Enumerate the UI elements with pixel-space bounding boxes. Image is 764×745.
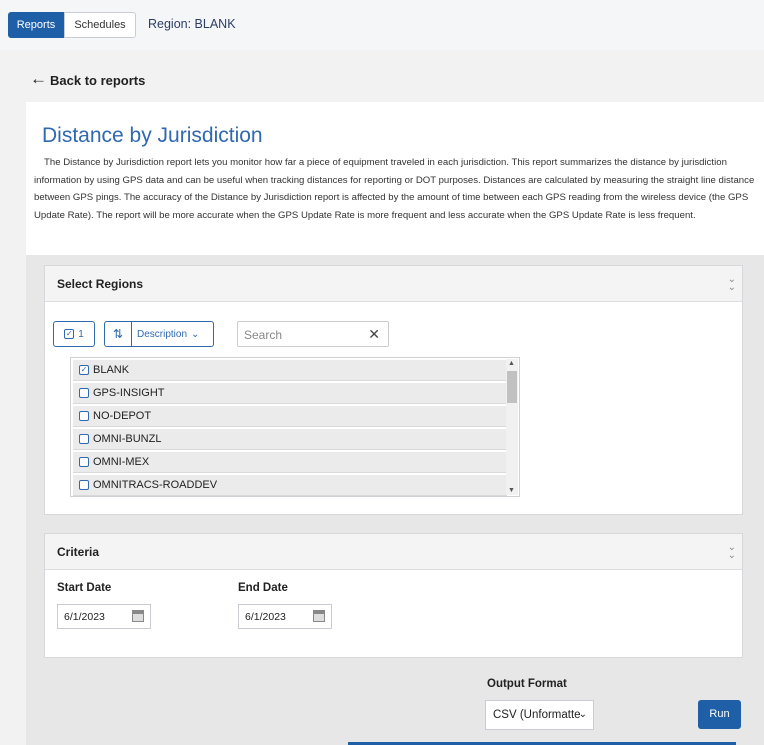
sort-order-button[interactable]: ⇅ [104,321,132,347]
region-label: OMNI-MEX [93,456,150,468]
list-item[interactable]: GPS-INSIGHT [73,383,507,404]
back-to-reports-link[interactable]: ← Back to reports [30,69,146,90]
list-item[interactable]: NO-DEPOT [73,406,507,427]
start-date-label: Start Date [57,582,112,594]
region-label[interactable]: Region: BLANK [148,17,236,31]
output-format-label: Output Format [487,678,567,690]
end-date-label: End Date [238,582,288,594]
region-label: OMNI-BUNZL [93,433,162,445]
tab-reports[interactable]: Reports [8,12,64,38]
region-label: GPS-INSIGHT [93,387,165,399]
output-format-select[interactable]: CSV (Unformatte ⌄ [485,700,594,730]
collapse-icon[interactable]: ⌄ ⌄ [728,275,736,293]
chevron-down-icon: ⌄ [578,709,587,720]
selected-count-button[interactable]: ✓ 1 [53,321,95,347]
checkbox-icon[interactable] [79,411,89,421]
search-placeholder: Search [244,328,283,342]
page-title: Distance by Jurisdiction [42,124,263,147]
checkbox-icon[interactable] [79,434,89,444]
search-input[interactable]: Search ✕ [237,321,389,347]
region-list[interactable]: ✓ BLANK GPS-INSIGHT NO-DEPOT OMNI-BUNZL … [70,357,520,497]
criteria-header[interactable]: Criteria ⌄ ⌄ [45,534,742,570]
select-regions-label: Select Regions [57,277,144,291]
scroll-thumb[interactable] [507,371,517,403]
start-date-field[interactable]: 6/1/2023 [57,604,151,629]
end-date-value: 6/1/2023 [245,611,286,623]
selected-count: 1 [78,328,84,340]
checkbox-checked-icon[interactable]: ✓ [79,365,89,375]
scroll-down-icon[interactable]: ▼ [508,487,515,494]
scroll-up-icon[interactable]: ▲ [508,360,515,367]
sort-icon: ⇅ [112,327,124,341]
collapse-icon[interactable]: ⌄ ⌄ [728,543,736,561]
criteria-label: Criteria [57,545,100,559]
back-label: Back to reports [50,72,146,88]
sort-by-select[interactable]: Description ⌄ [132,321,214,347]
criteria-card: Criteria ⌄ ⌄ [44,533,743,658]
calendar-icon[interactable] [132,610,144,622]
list-item[interactable]: ✓ BLANK [73,360,507,381]
list-scrollbar[interactable]: ▲ ▼ [506,359,518,495]
arrow-left-icon: ← [30,69,47,88]
chevron-down-icon: ⌄ [191,328,200,340]
start-date-value: 6/1/2023 [64,611,105,623]
checkbox-checked-icon: ✓ [64,329,75,339]
output-format-value: CSV (Unformatte [493,709,581,721]
end-date-field[interactable]: 6/1/2023 [238,604,332,629]
top-bar: Reports Schedules Region: BLANK [0,0,764,50]
run-button[interactable]: Run [698,700,741,729]
clear-search-icon[interactable]: ✕ [368,326,380,343]
region-label: NO-DEPOT [93,410,152,422]
report-description: The Distance by Jurisdiction report lets… [34,157,755,221]
select-regions-header[interactable]: Select Regions ⌄ ⌄ [45,266,742,302]
region-label: OMNITRACS-ROADDEV [93,479,218,491]
checkbox-icon[interactable] [79,480,89,490]
list-item[interactable]: OMNI-MEX [73,452,507,473]
checkbox-icon[interactable] [79,457,89,467]
region-label: BLANK [93,364,130,376]
calendar-icon[interactable] [313,610,325,622]
tab-schedules[interactable]: Schedules [64,12,136,38]
list-item[interactable]: OMNITRACS-ROADDEV [73,475,507,496]
sort-by-value: Description [137,328,188,340]
checkbox-icon[interactable] [79,388,89,398]
report-panel: Distance by Jurisdiction The Distance by… [26,102,764,745]
list-item[interactable]: OMNI-BUNZL [73,429,507,450]
